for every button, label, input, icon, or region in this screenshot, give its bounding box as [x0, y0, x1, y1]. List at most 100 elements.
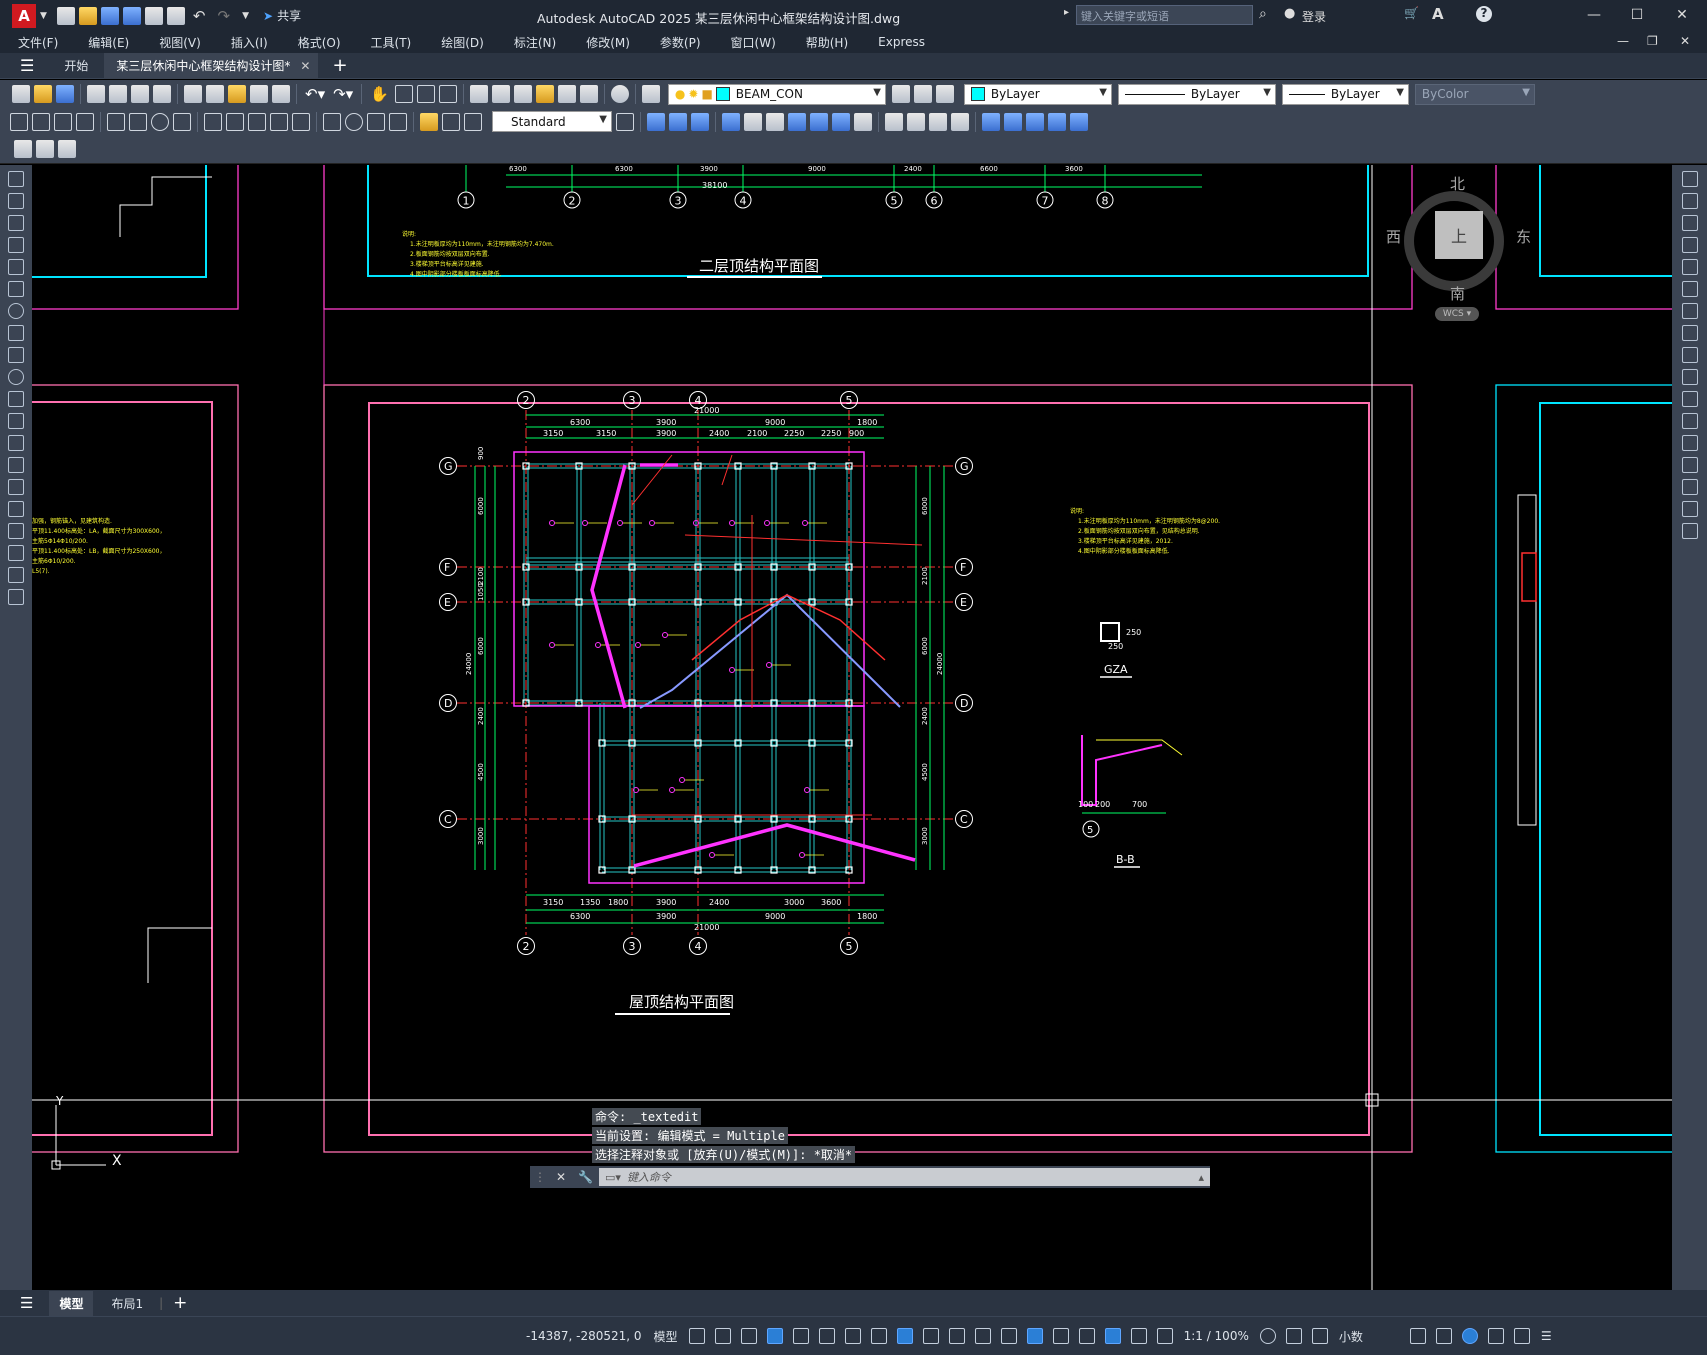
linear-dim-icon[interactable]: [10, 112, 28, 131]
radius-dim-icon[interactable]: [107, 112, 125, 131]
circle-icon[interactable]: [8, 303, 24, 319]
command-input[interactable]: ▭▾ 键入命令 ▴: [599, 1168, 1210, 1186]
design-center-icon[interactable]: [491, 85, 510, 103]
gizmo-icon[interactable]: [1078, 1328, 1095, 1344]
annotation-scale-icon[interactable]: [1156, 1328, 1173, 1344]
shaded-icon[interactable]: [951, 112, 969, 131]
point-icon[interactable]: [8, 457, 24, 473]
doc-close-button[interactable]: ✕: [1680, 34, 1690, 48]
open-folder-icon[interactable]: [78, 6, 97, 25]
ellipse-icon[interactable]: [8, 369, 24, 385]
viewcube-east[interactable]: 东: [1516, 226, 1531, 247]
layout-menu-icon[interactable]: ☰: [20, 1294, 33, 1312]
menu-format[interactable]: 格式(O): [298, 34, 341, 51]
open-icon[interactable]: [34, 85, 52, 103]
add-layout-button[interactable]: +: [173, 1293, 187, 1313]
plot-icon[interactable]: [166, 6, 185, 25]
chamfer-icon[interactable]: [1681, 457, 1698, 473]
ucs-z-icon[interactable]: [832, 112, 850, 131]
view-left-icon[interactable]: [691, 112, 709, 131]
cart-icon[interactable]: 🛒: [1404, 6, 1419, 20]
new-file-icon[interactable]: [56, 6, 75, 25]
match-properties-icon[interactable]: [250, 85, 268, 103]
layer-previous-icon[interactable]: [913, 85, 932, 103]
box-icon[interactable]: [982, 112, 1000, 131]
tab-close-icon[interactable]: ✕: [300, 59, 310, 73]
dim-text-edit-icon[interactable]: [442, 112, 460, 131]
share-button[interactable]: 共享: [277, 7, 301, 24]
web-mobile-icon[interactable]: [144, 6, 163, 25]
conceptual-icon[interactable]: [929, 112, 947, 131]
dim-update-icon[interactable]: [464, 112, 482, 131]
model-space-toggle[interactable]: 模型: [654, 1328, 678, 1345]
menu-tools[interactable]: 工具(T): [371, 34, 412, 51]
preview-icon[interactable]: [109, 85, 127, 103]
hamburger-menu-icon[interactable]: ☰: [20, 56, 34, 75]
menu-help[interactable]: 帮助(H): [806, 34, 848, 51]
login-button[interactable]: 登录: [1302, 8, 1326, 25]
spline-icon[interactable]: [8, 347, 24, 363]
visual-style-icon[interactable]: [885, 112, 903, 131]
redo-toolbar-icon[interactable]: ↷▾: [333, 85, 353, 103]
plot-toolbar-icon[interactable]: [87, 85, 105, 103]
menu-window[interactable]: 窗口(W): [731, 34, 776, 51]
pan-icon[interactable]: ✋: [370, 85, 389, 103]
rotate-icon[interactable]: [1681, 303, 1698, 319]
arc-length-icon[interactable]: [54, 112, 72, 131]
graphics-performance-icon[interactable]: [1487, 1328, 1504, 1344]
viewcube[interactable]: 上 北 南 西 东: [1386, 173, 1531, 303]
attach-icon[interactable]: [36, 140, 54, 158]
aligned-dim-icon[interactable]: [32, 112, 50, 131]
ucs-y-icon[interactable]: [810, 112, 828, 131]
menu-express[interactable]: Express: [878, 35, 925, 49]
fillet-icon[interactable]: [1681, 479, 1698, 495]
autodesk-icon[interactable]: A: [1432, 5, 1444, 23]
extrude-icon[interactable]: [1026, 112, 1044, 131]
layer-dropdown[interactable]: ● ✹ ■ BEAM_CON ▼: [667, 83, 886, 105]
viewcube-face-top[interactable]: 上: [1435, 211, 1483, 259]
object-snap-icon[interactable]: [896, 1328, 913, 1344]
make-current-layer-icon[interactable]: [891, 85, 910, 103]
viewcube-west[interactable]: 西: [1386, 226, 1401, 247]
continue-dim-icon[interactable]: [248, 112, 266, 131]
undo-toolbar-icon[interactable]: ↶▾: [305, 85, 325, 103]
doc-restore-button[interactable]: ❐: [1647, 34, 1658, 48]
diameter-dim-icon[interactable]: [151, 112, 169, 131]
add-selected-icon[interactable]: [8, 589, 24, 605]
properties-icon[interactable]: [469, 85, 488, 103]
menu-modify[interactable]: 修改(M): [586, 34, 630, 51]
ordinate-dim-icon[interactable]: [76, 112, 94, 131]
ortho-icon[interactable]: [792, 1328, 809, 1344]
3d-print-icon[interactable]: [153, 85, 171, 103]
view-top-icon[interactable]: [647, 112, 665, 131]
angular-dim-icon[interactable]: [173, 112, 191, 131]
lock-ui-icon[interactable]: [1435, 1328, 1452, 1344]
ucs-icon[interactable]: [722, 112, 740, 131]
stretch-icon[interactable]: [1681, 347, 1698, 363]
minimize-button[interactable]: —: [1574, 1, 1614, 29]
search-icon[interactable]: ⌕: [1259, 6, 1267, 22]
ucs-world-icon[interactable]: [744, 112, 762, 131]
rectangle-icon[interactable]: [8, 259, 24, 275]
autocad-logo[interactable]: A: [12, 3, 36, 28]
ucs-x-icon[interactable]: [788, 112, 806, 131]
command-close-icon[interactable]: ✕: [556, 1170, 566, 1184]
insert-block-icon[interactable]: [14, 140, 32, 158]
explode-icon[interactable]: [1681, 523, 1698, 539]
command-grip-icon[interactable]: ⋮: [534, 1170, 546, 1184]
scale-icon[interactable]: [1681, 325, 1698, 341]
viewcube-north[interactable]: 北: [1450, 173, 1465, 194]
block-editor-icon[interactable]: [272, 85, 290, 103]
grid-icon[interactable]: [688, 1328, 705, 1344]
doc-minimize-button[interactable]: —: [1617, 34, 1629, 48]
menu-edit[interactable]: 编辑(E): [88, 34, 129, 51]
mtext-icon[interactable]: [8, 567, 24, 583]
center-mark-icon[interactable]: [345, 112, 363, 131]
inspection-icon[interactable]: [367, 112, 385, 131]
tab-model[interactable]: 模型: [49, 1290, 94, 1316]
jogged-dim-icon[interactable]: [129, 112, 147, 131]
insert-icon[interactable]: [8, 413, 24, 429]
table-icon[interactable]: [8, 545, 24, 561]
isodraft-icon[interactable]: [844, 1328, 861, 1344]
menu-draw[interactable]: 绘图(D): [441, 34, 484, 51]
